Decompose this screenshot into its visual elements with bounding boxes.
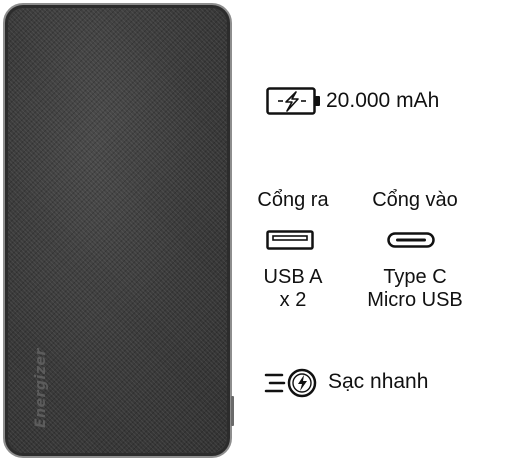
usb-c-port-icon: [387, 232, 435, 248]
side-button: [231, 396, 234, 426]
brand-logo: Energizer: [33, 348, 49, 428]
usb-a-port-icon: [266, 230, 314, 250]
output-label: Cổng ra: [257, 189, 329, 211]
capacity-value: 20.000 mAh: [326, 89, 440, 112]
battery-charging-icon: [266, 87, 320, 115]
output-port-count: x 2: [279, 289, 307, 311]
output-port-type: USB A: [263, 266, 323, 288]
power-bank-image: Energizer: [3, 3, 232, 458]
input-port-type-c: Type C: [383, 266, 447, 288]
fast-charge-icon: [264, 368, 317, 398]
input-label: Cổng vào: [372, 189, 458, 211]
fast-charge-label: Sạc nhanh: [328, 370, 429, 393]
input-port-micro-usb: Micro USB: [367, 289, 463, 311]
